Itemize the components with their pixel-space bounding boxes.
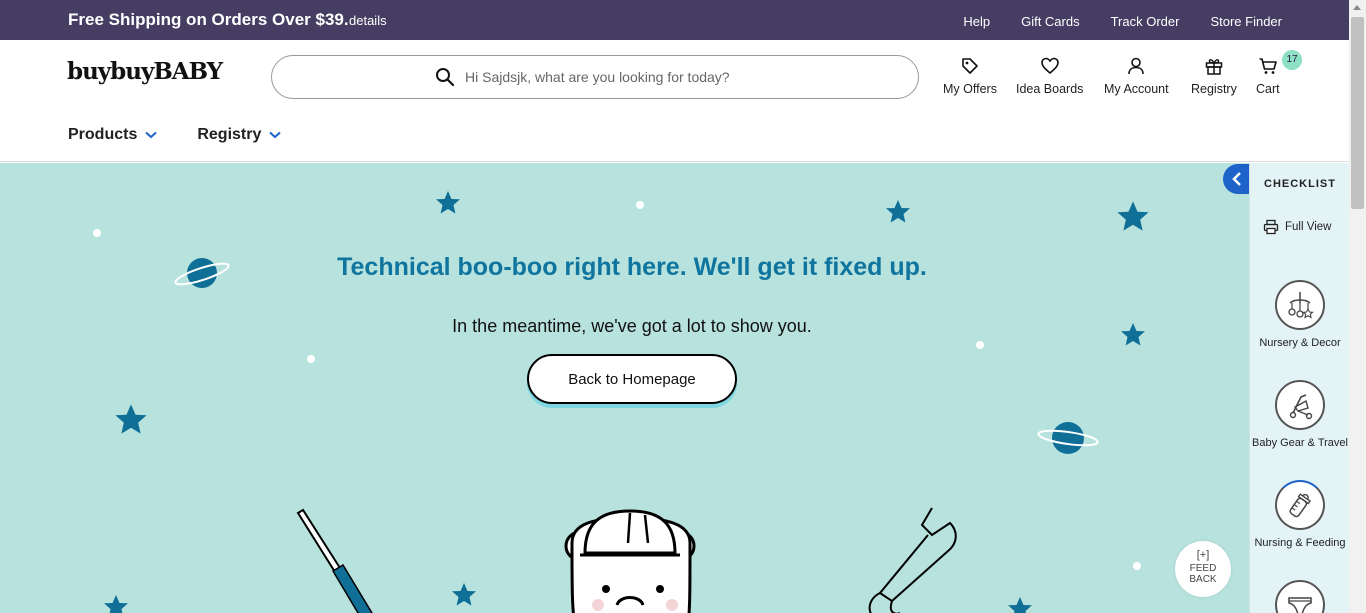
checklist-panel: CHECKLIST Full View Nursery & Decor Baby… bbox=[1249, 163, 1349, 613]
idea-boards-button[interactable]: Idea Boards bbox=[1016, 56, 1083, 96]
star-icon bbox=[104, 595, 128, 613]
error-title: Technical boo-boo right here. We'll get … bbox=[337, 253, 927, 281]
idea-boards-label: Idea Boards bbox=[1016, 82, 1084, 96]
checklist-item-label: Baby Gear & Travel bbox=[1252, 437, 1348, 449]
feedback-line1: FEED bbox=[1189, 563, 1217, 574]
cart-label: Cart bbox=[1256, 82, 1280, 96]
free-shipping-text: Free Shipping on Orders Over $39. bbox=[68, 10, 349, 29]
cart-count-badge: 17 bbox=[1282, 50, 1302, 70]
registry-button[interactable]: Registry bbox=[1191, 56, 1237, 96]
promo-bar: Free Shipping on Orders Over $39. detail… bbox=[0, 0, 1349, 40]
registry-label: Registry bbox=[1191, 82, 1237, 96]
checklist-item-label: Nursery & Decor bbox=[1259, 337, 1341, 349]
feedback-button[interactable]: [+] FEED BACK bbox=[1175, 541, 1231, 597]
page-scrollbar[interactable] bbox=[1349, 0, 1366, 613]
my-account-button[interactable]: My Account bbox=[1104, 56, 1169, 96]
user-icon bbox=[1128, 57, 1145, 75]
details-link[interactable]: details bbox=[349, 13, 387, 28]
my-offers-button[interactable]: My Offers bbox=[943, 56, 997, 96]
gift-cards-link[interactable]: Gift Cards bbox=[1021, 14, 1080, 29]
nav-products-label: Products bbox=[68, 126, 138, 143]
printer-icon bbox=[1263, 219, 1279, 235]
nav-products[interactable]: Products bbox=[68, 126, 158, 144]
full-view-button[interactable]: Full View bbox=[1263, 219, 1331, 235]
mobile-icon bbox=[1275, 280, 1325, 330]
main-nav: Products Registry bbox=[68, 126, 282, 144]
star-icon bbox=[886, 200, 910, 223]
star-icon bbox=[436, 191, 460, 214]
diaper-icon bbox=[1275, 580, 1325, 613]
page: Free Shipping on Orders Over $39. detail… bbox=[0, 0, 1366, 613]
my-offers-label: My Offers bbox=[943, 82, 997, 96]
chevron-left-icon bbox=[1232, 172, 1241, 186]
search-bar[interactable] bbox=[271, 55, 919, 99]
chevron-down-icon bbox=[269, 131, 282, 139]
store-finder-link[interactable]: Store Finder bbox=[1210, 14, 1282, 29]
star-icon bbox=[452, 583, 476, 606]
nav-registry-label: Registry bbox=[197, 126, 262, 143]
gift-icon bbox=[1205, 59, 1223, 75]
tag-icon bbox=[962, 58, 978, 74]
search-icon[interactable] bbox=[435, 67, 455, 87]
checklist-title: CHECKLIST bbox=[1264, 178, 1336, 190]
search-input[interactable] bbox=[465, 65, 885, 89]
heart-icon bbox=[1040, 57, 1059, 75]
star-icon bbox=[1117, 201, 1149, 231]
planet-icon bbox=[1037, 422, 1099, 454]
nav-registry[interactable]: Registry bbox=[197, 126, 282, 144]
track-order-link[interactable]: Track Order bbox=[1111, 14, 1180, 29]
checklist-item-baby-gear[interactable]: Baby Gear & Travel bbox=[1250, 380, 1350, 449]
cart-button[interactable]: Cart 17 bbox=[1256, 50, 1302, 96]
checklist-item-diapering[interactable] bbox=[1250, 580, 1350, 613]
site-logo[interactable]: buybuyBABY bbox=[67, 58, 223, 85]
bottle-icon bbox=[1275, 480, 1325, 530]
star-icon bbox=[1008, 597, 1032, 613]
site-header: buybuyBABY My Offers Idea Boards bbox=[0, 40, 1349, 162]
scroll-up-arrow-icon[interactable] bbox=[1353, 5, 1361, 10]
cart-icon bbox=[1259, 58, 1277, 74]
screwdriver-icon bbox=[296, 508, 373, 613]
checklist-item-nursing[interactable]: Nursing & Feeding bbox=[1250, 480, 1350, 549]
feedback-line2: BACK bbox=[1189, 574, 1217, 585]
checklist-item-label: Nursing & Feeding bbox=[1254, 537, 1346, 549]
checklist-collapse-toggle[interactable] bbox=[1223, 164, 1249, 194]
utility-links: Help Gift Cards Track Order Store Finder bbox=[963, 14, 1282, 29]
help-link[interactable]: Help bbox=[963, 14, 990, 29]
chevron-down-icon bbox=[145, 131, 158, 139]
checklist-item-nursery[interactable]: Nursery & Decor bbox=[1250, 280, 1350, 349]
feedback-plus: [+] bbox=[1196, 549, 1210, 561]
wrench-icon bbox=[868, 507, 957, 613]
bear-illustration bbox=[564, 509, 696, 613]
stroller-icon bbox=[1275, 380, 1325, 430]
back-to-homepage-button[interactable]: Back to Homepage bbox=[527, 354, 737, 404]
full-view-label: Full View bbox=[1285, 221, 1332, 233]
error-subtitle: In the meantime, we've got a lot to show… bbox=[452, 316, 812, 336]
star-icon bbox=[115, 404, 147, 434]
my-account-label: My Account bbox=[1104, 82, 1169, 96]
error-hero: Technical boo-boo right here. We'll get … bbox=[0, 163, 1249, 613]
scrollbar-thumb[interactable] bbox=[1351, 17, 1364, 209]
